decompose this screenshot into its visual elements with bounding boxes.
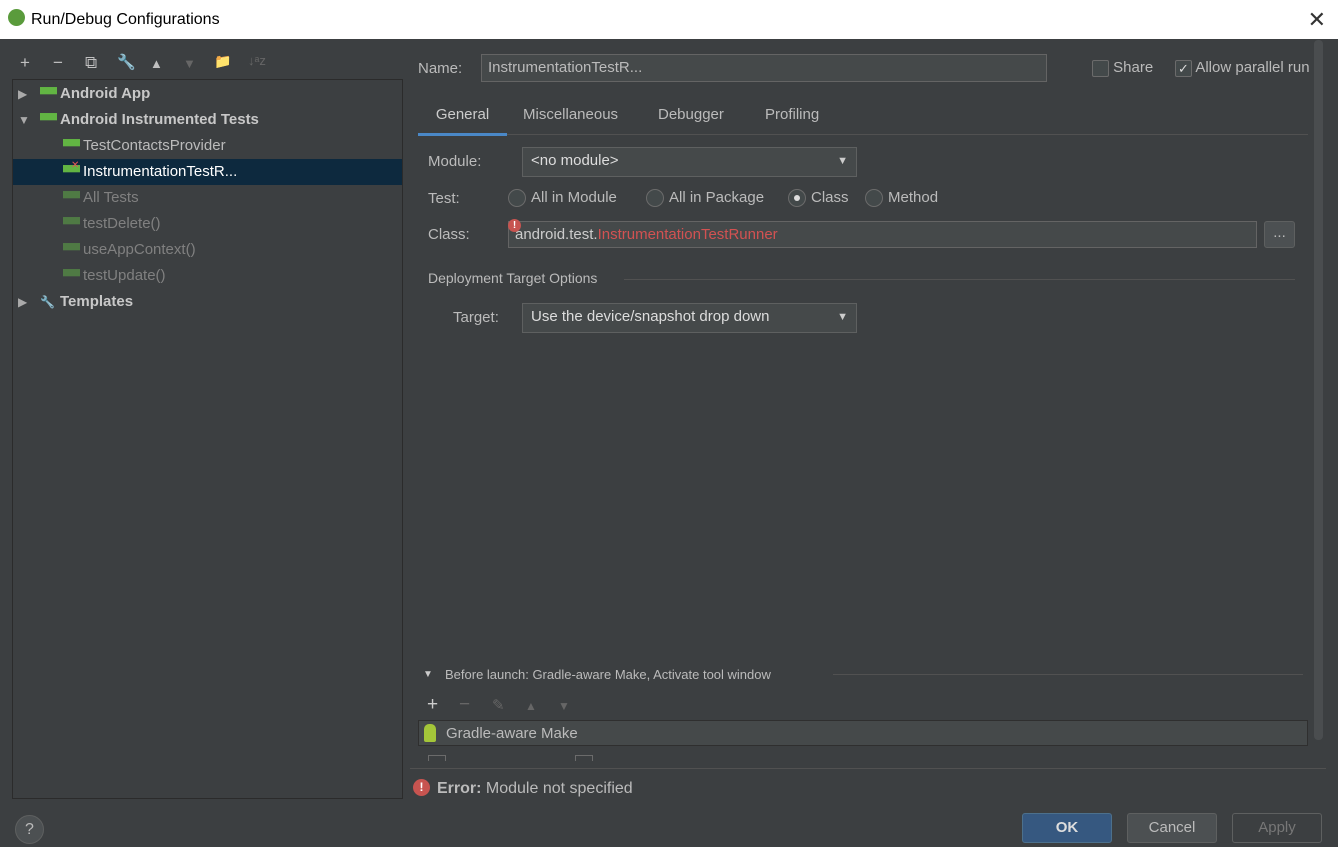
browse-class-button[interactable]: ... xyxy=(1264,221,1295,248)
move-down-button[interactable]: ▼ xyxy=(183,56,196,71)
module-value: <no module> xyxy=(531,152,619,169)
sort-button[interactable]: ↓ᵃz xyxy=(248,53,266,68)
tab-debugger[interactable]: Debugger xyxy=(658,106,724,136)
error-prefix: Error: xyxy=(437,780,482,797)
tab-general[interactable]: General xyxy=(418,106,507,136)
move-up-button[interactable]: ▲ xyxy=(150,56,163,71)
tree-item[interactable]: ▀▀ ✕ InstrumentationTestR... xyxy=(13,159,402,185)
tree-item[interactable]: ▀▀ useAppContext() xyxy=(13,237,402,263)
android-test-icon: ▀▀ xyxy=(63,269,81,283)
tree-item-label: testDelete() xyxy=(83,215,161,232)
collapsed-arrow-icon[interactable]: ▶ xyxy=(18,289,27,315)
title-bar: Run/Debug Configurations ✕ xyxy=(0,0,1338,39)
tree-item-label: TestContactsProvider xyxy=(83,137,226,154)
share-label: Share xyxy=(1113,59,1154,76)
tree-item[interactable]: ▶ 🔧 Templates xyxy=(13,289,402,315)
edit-task-icon[interactable]: ✎ xyxy=(492,696,505,714)
name-input[interactable]: InstrumentationTestR... xyxy=(481,54,1047,82)
copy-config-button[interactable]: ⧉ xyxy=(85,53,97,73)
radio-all-in-module[interactable]: All in Module xyxy=(508,189,617,208)
target-label: Target: xyxy=(453,309,499,326)
target-select[interactable]: Use the device/snapshot drop down ▼ xyxy=(522,303,857,333)
class-input[interactable]: android.test.InstrumentationTestRunner xyxy=(508,221,1257,248)
android-test-icon: ▀▀ xyxy=(63,191,81,205)
collapsed-arrow-icon[interactable]: ▶ xyxy=(18,81,27,107)
ok-button[interactable]: OK xyxy=(1022,813,1112,843)
class-label: Class: xyxy=(428,226,470,243)
radio-label: Method xyxy=(888,189,939,206)
new-folder-button[interactable]: 📁 xyxy=(214,53,231,70)
task-item[interactable]: Gradle-aware Make xyxy=(446,725,578,742)
tab-miscellaneous[interactable]: Miscellaneous xyxy=(523,106,618,136)
test-label: Test: xyxy=(428,190,460,207)
before-launch-title: Before launch: Gradle-aware Make, Activa… xyxy=(445,667,771,682)
wrench-icon: 🔧 xyxy=(40,295,55,309)
android-icon xyxy=(424,724,436,742)
android-test-icon: ▀▀ xyxy=(63,243,81,257)
tab-profiling[interactable]: Profiling xyxy=(765,106,819,136)
class-prefix: android.test. xyxy=(515,226,598,243)
tree-item-label: Templates xyxy=(60,293,134,310)
edit-defaults-button[interactable]: 🔧 xyxy=(117,53,136,71)
android-test-error-icon: ▀▀ ✕ xyxy=(63,160,81,179)
module-select[interactable]: <no module> ▼ xyxy=(522,147,857,177)
config-tree[interactable]: ▶ ▀▀ Android App ▼ ▀▀ Android Instrumented Te… xyxy=(12,79,403,799)
tree-item[interactable]: ▀▀ testUpdate() xyxy=(13,263,402,289)
cancel-button[interactable]: Cancel xyxy=(1127,813,1217,843)
module-label: Module: xyxy=(428,153,482,170)
tree-item-label: testUpdate() xyxy=(83,267,166,284)
tree-item[interactable]: ▀▀ testDelete() xyxy=(13,211,402,237)
before-launch-list[interactable]: Gradle-aware Make xyxy=(418,720,1308,746)
android-test-icon: ▀▀ xyxy=(40,113,58,127)
android-icon: ▀▀ xyxy=(40,87,58,101)
name-label: Name: xyxy=(418,60,463,77)
window-title: Run/Debug Configurations xyxy=(31,11,220,28)
share-checkbox[interactable]: Share xyxy=(1092,59,1153,77)
tree-item[interactable]: ▼ ▀▀ Android Instrumented Tests xyxy=(13,107,402,133)
radio-label: Class xyxy=(811,189,849,206)
remove-task-button[interactable]: − xyxy=(459,694,470,716)
tree-item-label: Android App xyxy=(60,85,151,102)
radio-all-in-package[interactable]: All in Package xyxy=(646,189,765,208)
chevron-down-icon: ▼ xyxy=(837,155,848,167)
error-message: Error: Module not specified xyxy=(437,780,633,798)
radio-class[interactable]: Class xyxy=(788,189,849,208)
error-icon: ! xyxy=(508,219,521,232)
error-text: Module not specified xyxy=(485,780,633,797)
parallel-run-checkbox[interactable]: ✓ Allow parallel run xyxy=(1175,59,1310,77)
tree-item[interactable]: ▶ ▀▀ Android App xyxy=(13,81,402,107)
target-value: Use the device/snapshot drop down xyxy=(531,308,770,325)
add-config-button[interactable]: + xyxy=(20,53,30,73)
hidden-checkbox xyxy=(428,755,446,761)
android-test-icon: ▀▀ xyxy=(63,217,81,231)
help-button[interactable]: ? xyxy=(15,815,44,844)
tree-item[interactable]: ▀▀ All Tests xyxy=(13,185,402,211)
add-task-button[interactable]: + xyxy=(427,694,438,716)
move-task-down-icon[interactable]: ▼ xyxy=(558,699,570,713)
hidden-checkbox xyxy=(575,755,593,761)
radio-method[interactable]: Method xyxy=(865,189,939,208)
apply-button[interactable]: Apply xyxy=(1232,813,1322,843)
expanded-arrow-icon[interactable]: ▼ xyxy=(18,107,30,133)
radio-label: All in Package xyxy=(669,189,765,206)
tree-item-label: useAppContext() xyxy=(83,241,196,258)
tree-item-label: All Tests xyxy=(83,189,139,206)
tree-item-label: Android Instrumented Tests xyxy=(60,111,259,128)
parallel-run-label: Allow parallel run xyxy=(1195,59,1310,76)
chevron-down-icon: ▼ xyxy=(837,311,848,323)
android-studio-icon xyxy=(8,9,25,26)
scrollbar[interactable] xyxy=(1314,40,1323,740)
tree-item-label: InstrumentationTestR... xyxy=(83,163,238,180)
radio-label: All in Module xyxy=(531,189,617,206)
remove-config-button[interactable]: − xyxy=(53,53,63,73)
close-icon[interactable]: ✕ xyxy=(1308,7,1326,33)
deployment-section-title: Deployment Target Options xyxy=(428,270,598,286)
error-icon: ! xyxy=(413,779,430,796)
collapse-triangle-icon[interactable]: ▼ xyxy=(423,669,433,680)
class-name: InstrumentationTestRunner xyxy=(597,226,778,243)
move-task-up-icon[interactable]: ▲ xyxy=(525,699,537,713)
